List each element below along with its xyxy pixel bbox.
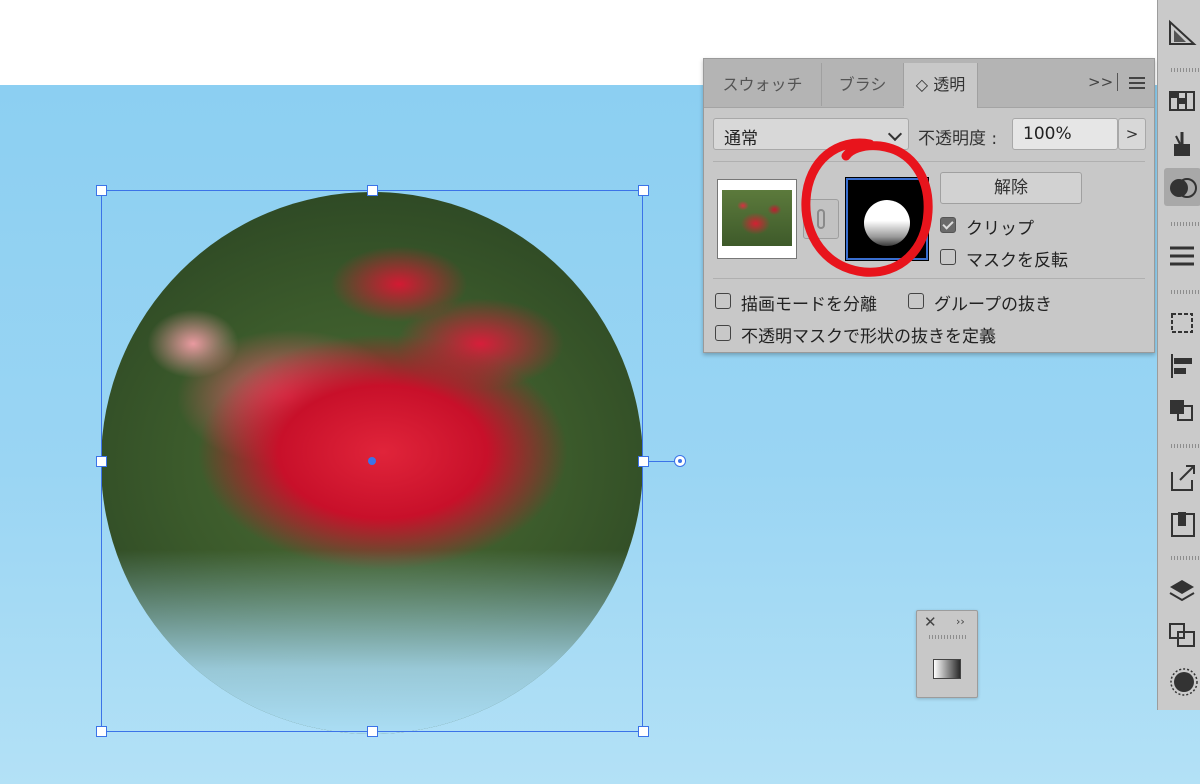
release-mask-button[interactable]: 解除 (940, 172, 1082, 204)
transparency-icon[interactable] (1164, 168, 1200, 206)
artwork-thumbnail[interactable] (717, 179, 797, 259)
resize-handle-right[interactable] (638, 456, 649, 467)
tab-brushes[interactable]: ブラシ (822, 63, 904, 106)
widget-line (649, 461, 675, 462)
resize-handle-bottom-right[interactable] (638, 726, 649, 737)
transform-icon[interactable] (1166, 306, 1198, 338)
artboards-icon[interactable] (1166, 618, 1198, 650)
appearance-icon[interactable] (1166, 664, 1198, 696)
panel-divider (713, 278, 1145, 279)
clip-checkbox[interactable] (940, 217, 956, 233)
layers-icon[interactable] (1166, 574, 1198, 606)
blend-mode-select[interactable]: 通常 (713, 118, 909, 150)
stroke-icon[interactable] (1166, 240, 1198, 272)
isolate-blending-label: 描画モードを分離 (741, 295, 877, 315)
knockout-group-label: グループの抜き (934, 295, 1052, 315)
pathfinder-icon[interactable] (1166, 394, 1198, 426)
mask-gradient-circle (864, 200, 910, 246)
resize-handle-top[interactable] (367, 185, 378, 196)
transparency-panel: スウォッチ ブラシ ◇ 透明 >> 通常 不透明度 : 100% > 解除 クリ… (703, 58, 1155, 353)
close-icon[interactable]: ✕ (924, 613, 937, 631)
tab-transparency[interactable]: ◇ 透明 (904, 63, 978, 108)
invert-mask-checkbox[interactable] (940, 249, 956, 265)
resize-handle-left[interactable] (96, 456, 107, 467)
libraries-icon[interactable] (1166, 508, 1198, 540)
panel-collapse-button[interactable]: >> (1088, 73, 1113, 91)
opacity-slider-button[interactable]: > (1118, 118, 1146, 150)
center-point (368, 457, 376, 465)
align-icon[interactable] (1166, 350, 1198, 382)
opacity-mask-knockout-label: 不透明マスクで形状の抜きを定義 (741, 327, 996, 347)
expand-panel-icon[interactable]: ›› (956, 615, 965, 628)
panel-tab-bar: スウォッチ ブラシ ◇ 透明 >> (704, 59, 1154, 108)
gradient-swatch-icon[interactable] (933, 659, 961, 679)
chevron-down-icon (887, 126, 903, 142)
mask-link-icon[interactable] (803, 199, 839, 239)
panel-divider (713, 161, 1145, 162)
blend-mode-value: 通常 (724, 129, 758, 149)
gradient-mini-panel: ✕ ›› (916, 610, 978, 698)
dock-grip[interactable] (1171, 68, 1200, 72)
dock-grip[interactable] (1171, 222, 1200, 226)
clip-label: クリップ (966, 219, 1034, 239)
rotate-widget-handle[interactable] (674, 455, 686, 467)
resize-handle-bottom-left[interactable] (96, 726, 107, 737)
dock-grip[interactable] (1171, 556, 1200, 560)
opacity-mask-knockout-checkbox[interactable] (715, 325, 731, 341)
dock-grip[interactable] (1171, 290, 1200, 294)
opacity-mask-thumbnail[interactable] (845, 177, 929, 261)
swatch-libraries-icon[interactable] (1166, 84, 1198, 116)
right-panel-dock (1157, 0, 1200, 710)
brush-icon[interactable] (1166, 128, 1198, 160)
resize-handle-top-left[interactable] (96, 185, 107, 196)
invert-mask-label: マスクを反転 (966, 251, 1068, 271)
rose-thumbnail-image (722, 190, 792, 246)
panel-grip[interactable] (929, 635, 967, 639)
tab-separator (1117, 73, 1118, 91)
tab-swatches[interactable]: スウォッチ (704, 63, 822, 106)
panel-menu-icon[interactable] (1129, 77, 1145, 89)
resize-handle-bottom[interactable] (367, 726, 378, 737)
resize-handle-top-right[interactable] (638, 185, 649, 196)
isolate-blending-checkbox[interactable] (715, 293, 731, 309)
opacity-input[interactable]: 100% (1012, 118, 1118, 150)
opacity-label: 不透明度 : (918, 129, 998, 149)
knockout-group-checkbox[interactable] (908, 293, 924, 309)
dock-grip[interactable] (1171, 444, 1200, 448)
export-icon[interactable] (1166, 462, 1198, 494)
gradient-icon[interactable] (1166, 16, 1198, 48)
